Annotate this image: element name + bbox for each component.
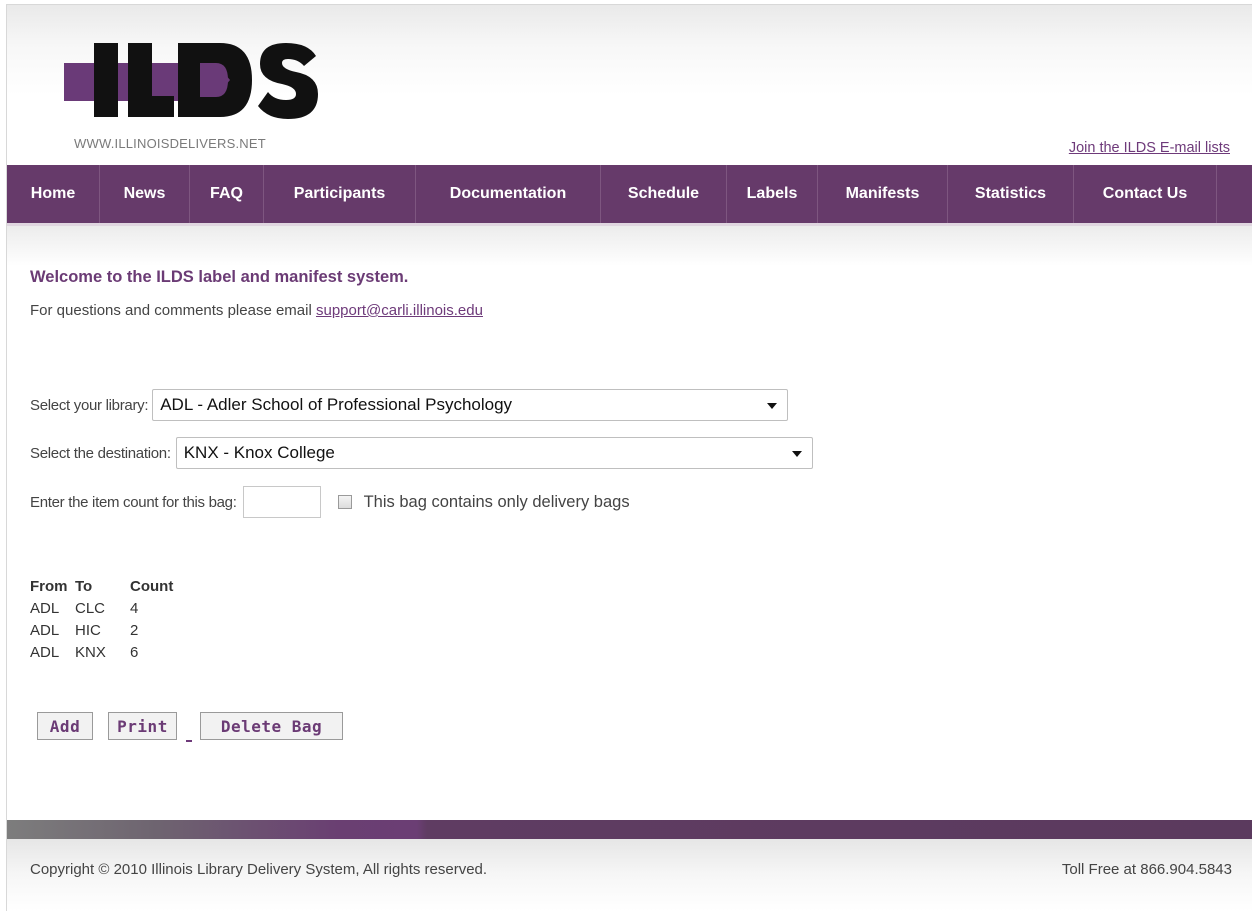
support-email-link[interactable]: support@carli.illinois.edu (316, 302, 483, 319)
footer-bar (7, 820, 1252, 839)
print-button[interactable]: Print (108, 712, 177, 740)
questions-text: For questions and comments please email … (30, 302, 483, 319)
count-row: Enter the item count for this bag: This … (30, 486, 630, 518)
site-header: WWW.ILLINOISDELIVERS.NET Join the ILDS E… (7, 5, 1252, 165)
cell-count: 4 (130, 599, 139, 617)
item-count-input[interactable] (242, 486, 321, 518)
welcome-heading: Welcome to the ILDS label and manifest s… (30, 268, 409, 286)
delivery-bags-label: This bag contains only delivery bags (363, 492, 630, 511)
table-row: ADL KNX 6 (30, 641, 170, 663)
delete-bag-button[interactable]: Delete Bag (200, 712, 343, 740)
header-count: Count (130, 577, 174, 595)
library-select-value: ADL - Adler School of Professional Psych… (160, 395, 513, 414)
email-lists-link[interactable]: Join the ILDS E-mail lists (1069, 140, 1230, 156)
nav-schedule[interactable]: Schedule (601, 165, 727, 223)
toll-free-text: Toll Free at 866.904.5843 (1061, 861, 1232, 878)
header-from: From (30, 577, 68, 595)
library-select[interactable]: ADL - Adler School of Professional Psych… (152, 389, 789, 421)
logo-url-text: WWW.ILLINOISDELIVERS.NET (74, 136, 266, 151)
delivery-bags-checkbox[interactable] (337, 495, 352, 509)
header-to: To (75, 577, 93, 595)
content-header-gradient (7, 226, 1252, 266)
cell-count: 2 (130, 621, 139, 639)
copyright-text: Copyright © 2010 Illinois Library Delive… (30, 861, 488, 878)
chevron-down-icon (791, 451, 802, 457)
nav-manifests[interactable]: Manifests (818, 165, 948, 223)
cell-to: HIC (75, 621, 101, 639)
cell-to: KNX (75, 643, 106, 661)
library-label: Select your library: (30, 396, 149, 414)
questions-label: For questions and comments please email (30, 302, 316, 319)
destination-label: Select the destination: (30, 444, 171, 462)
destination-select[interactable]: KNX - Knox College (175, 437, 813, 469)
cell-from: ADL (30, 621, 60, 639)
library-row: Select your library: ADL - Adler School … (30, 389, 789, 421)
table-header-row: From To Count (30, 575, 174, 597)
cell-to: CLC (75, 599, 106, 617)
chevron-down-icon (767, 403, 778, 409)
cell-from: ADL (30, 599, 60, 617)
nav-home[interactable]: Home (7, 165, 100, 223)
destination-select-value: KNX - Knox College (183, 443, 335, 462)
nav-faq[interactable]: FAQ (190, 165, 264, 223)
nav-contact-us[interactable]: Contact Us (1074, 165, 1217, 223)
table-row: ADL CLC 4 (30, 597, 170, 619)
nav-documentation[interactable]: Documentation (416, 165, 601, 223)
table-row: ADL HIC 2 (30, 619, 170, 641)
link-underscore (186, 740, 192, 742)
nav-participants[interactable]: Participants (264, 165, 416, 223)
nav-news[interactable]: News (100, 165, 190, 223)
main-nav: Home News FAQ Participants Documentation… (7, 165, 1252, 226)
add-button[interactable]: Add (37, 712, 93, 740)
cell-from: ADL (30, 643, 60, 661)
bag-table: From To Count ADL CLC 4 ADL HIC 2 ADL KN… (30, 575, 174, 663)
nav-statistics[interactable]: Statistics (948, 165, 1074, 223)
count-label: Enter the item count for this bag: (30, 493, 237, 511)
nav-labels[interactable]: Labels (727, 165, 818, 223)
cell-count: 6 (130, 643, 139, 661)
destination-row: Select the destination: KNX - Knox Colle… (30, 437, 813, 469)
